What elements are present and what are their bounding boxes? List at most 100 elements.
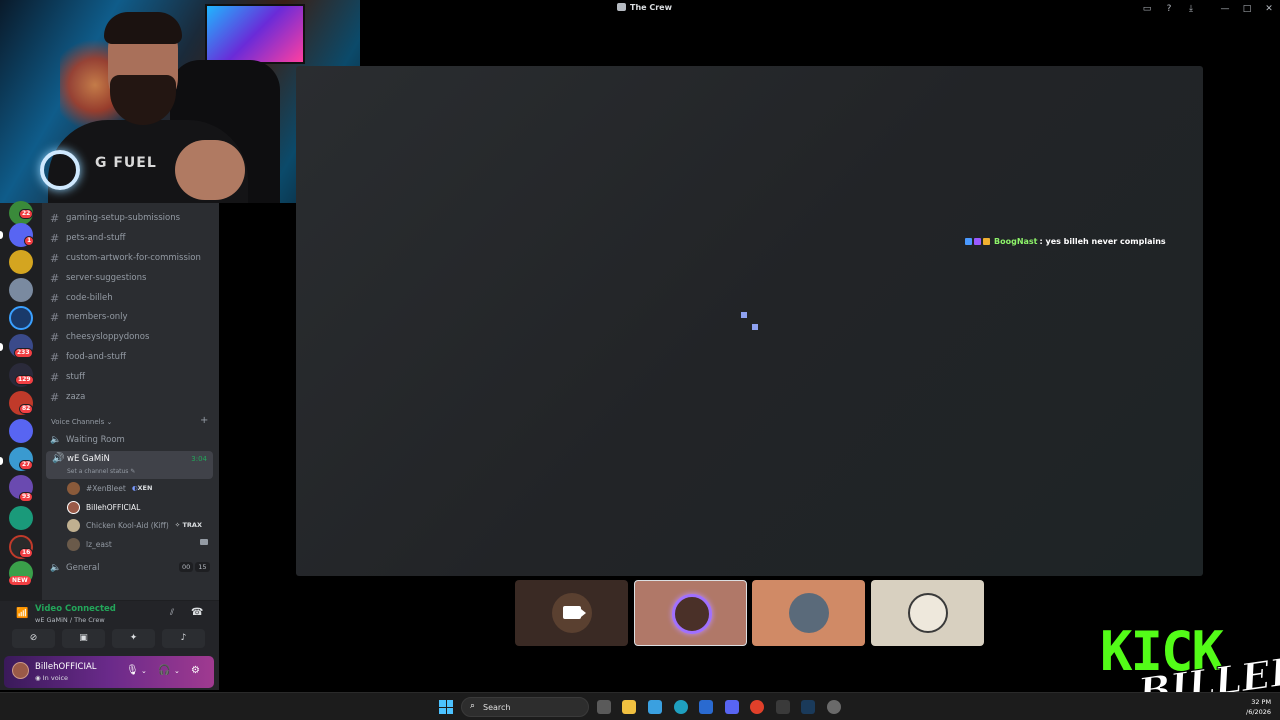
server-icon[interactable] (9, 306, 33, 330)
member-tag: ✧ TRAX (174, 521, 202, 529)
voice-timer: 3:04 (191, 455, 207, 463)
channel-item[interactable]: # pets-and-stuff (50, 229, 126, 247)
badge-icon (983, 238, 990, 245)
participant-tile[interactable] (515, 580, 628, 646)
speaker-icon: 🔊 (52, 453, 65, 464)
disconnect-icon[interactable]: ☎ (191, 607, 203, 618)
channel-item[interactable]: # code-billeh (50, 289, 113, 307)
voice-channel-active[interactable]: 🔊 wE GaMiN Set a channel status ✎ 3:04 (46, 451, 213, 479)
xbox-icon[interactable] (776, 700, 790, 714)
close-button[interactable]: ✕ (1258, 0, 1280, 18)
camera-off-button[interactable]: ⊘ (12, 629, 55, 648)
ring-light (40, 150, 80, 190)
speaker-icon: 🔈 (50, 435, 62, 445)
mention-badge: 16 (19, 548, 34, 558)
channel-item[interactable]: # gaming-setup-submissions (50, 209, 180, 227)
video-camera-icon (200, 539, 208, 545)
server-icon[interactable] (9, 506, 33, 530)
taskbar-search[interactable]: ⌕ Search (461, 697, 589, 717)
discord-icon[interactable] (725, 700, 739, 714)
hash-icon: # (50, 251, 60, 265)
loading-indicator (741, 312, 747, 318)
channel-item[interactable]: # members-only (50, 308, 128, 326)
channel-item[interactable]: # custom-artwork-for-commission (50, 249, 201, 267)
voice-member[interactable]: #XenBleet ◐XEN (67, 480, 152, 496)
chevron-down-icon: ⌄ (106, 418, 113, 426)
chat-overlay-message: BoogNast : yes billeh never complains (965, 237, 1166, 246)
channel-status[interactable]: Set a channel status ✎ (67, 468, 135, 475)
server-icon[interactable] (9, 250, 33, 274)
screen-share-button[interactable]: ▣ (62, 629, 105, 648)
noise-suppression-icon[interactable]: ⫽ (170, 608, 174, 618)
task-view-icon[interactable] (597, 700, 611, 714)
server-rail: 22 1 233 129 82 27 93 16 NEW (0, 201, 42, 603)
help-icon[interactable]: ? (1158, 0, 1180, 18)
user-status: ◉ In voice (35, 674, 69, 682)
chevron-down-icon[interactable]: ⌄ (174, 667, 180, 675)
user-count: 00 15 (179, 562, 210, 572)
hash-icon: # (50, 330, 60, 344)
voice-channel-name: wE GaMiN (67, 454, 110, 464)
gear-icon[interactable]: ⚙ (191, 665, 200, 676)
steam-icon[interactable] (801, 700, 815, 714)
mail-icon[interactable] (699, 700, 713, 714)
hash-icon: # (50, 291, 60, 305)
server-icon (617, 3, 626, 11)
channel-item[interactable]: # food-and-stuff (50, 348, 126, 366)
app-window: The Crew ▭ ? ⤓ — □ ✕ G FUEL 22 1 233 129… (0, 0, 1280, 720)
activities-button[interactable]: ✦ (112, 629, 155, 648)
chevron-down-icon[interactable]: ⌄ (141, 667, 147, 675)
soundboard-button[interactable]: ♪ (162, 629, 205, 648)
hair (104, 12, 182, 44)
taskbar-clock[interactable]: 32 PM/6/2026 (1246, 697, 1271, 717)
voice-member[interactable]: Chicken Kool-Aid (Kiff) ✧ TRAX (67, 517, 202, 533)
chat-message: : yes billeh never complains (1039, 237, 1166, 246)
channel-item[interactable]: # server-suggestions (50, 269, 146, 287)
edge-icon[interactable] (674, 700, 688, 714)
channel-item[interactable]: # stuff (50, 368, 85, 386)
server-icon[interactable] (9, 419, 33, 443)
maximize-button[interactable]: □ (1236, 0, 1258, 18)
settings-icon[interactable] (827, 700, 841, 714)
mention-badge: 129 (15, 375, 34, 385)
inbox-icon[interactable]: ▭ (1136, 0, 1158, 18)
avatar (67, 537, 80, 551)
loading-indicator (752, 324, 758, 330)
chrome-icon[interactable] (750, 700, 764, 714)
avatar (67, 518, 80, 532)
user-panel-background (4, 656, 214, 688)
channel-item[interactable]: # cheesysloppydonos (50, 328, 149, 346)
voice-channel-general[interactable]: 🔈 General (46, 559, 100, 577)
voice-connected-subtitle[interactable]: wE GaMiN / The Crew (35, 616, 105, 624)
unread-pill (0, 231, 3, 239)
server-icon[interactable] (9, 278, 33, 302)
voice-member[interactable]: lz_east (67, 536, 112, 552)
avatar[interactable] (12, 662, 29, 679)
channel-item[interactable]: # zaza (50, 388, 85, 406)
search-icon: ⌕ (470, 701, 476, 711)
chat-username: BoogNast (994, 237, 1038, 246)
hash-icon: # (50, 310, 60, 324)
voice-channel-waiting-room[interactable]: 🔈 Waiting Room (46, 431, 125, 449)
voice-section-header[interactable]: Voice Channels ⌄ (51, 418, 112, 426)
participant-tile[interactable] (634, 580, 747, 646)
download-icon[interactable]: ⤓ (1180, 0, 1202, 18)
headphones-icon[interactable]: 🎧 (158, 665, 170, 676)
windows-start-icon[interactable] (439, 700, 453, 714)
file-explorer-icon[interactable] (622, 700, 636, 714)
minimize-button[interactable]: — (1214, 0, 1236, 18)
voice-connected-title: Video Connected (35, 604, 116, 614)
unread-pill (0, 343, 3, 351)
avatar (789, 593, 829, 633)
badge-icon (974, 238, 981, 245)
store-icon[interactable] (648, 700, 662, 714)
voice-member[interactable]: BillehOFFICIAL (67, 499, 140, 515)
video-stage[interactable] (296, 66, 1203, 576)
avatar (672, 594, 712, 634)
participant-tile[interactable] (752, 580, 865, 646)
participant-tile[interactable] (871, 580, 984, 646)
pencil-icon: ✎ (130, 468, 136, 475)
signal-icon[interactable]: 📶 (16, 608, 28, 619)
add-channel-button[interactable]: + (200, 415, 208, 426)
microphone-icon[interactable]: 🎙 (126, 665, 139, 676)
